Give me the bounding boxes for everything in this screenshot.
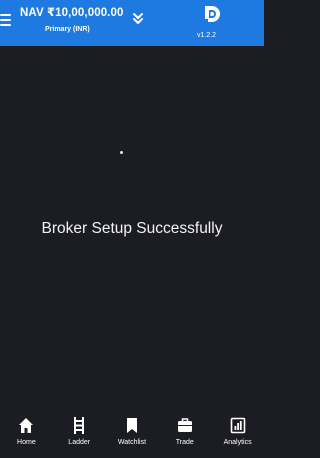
tab-watchlist[interactable]: Watchlist xyxy=(106,410,159,458)
loading-indicator xyxy=(120,151,123,154)
top-bar: NAV ₹10,00,000.00 Primary (INR) v1.2.2 xyxy=(0,0,264,46)
double-chevron-down-icon[interactable] xyxy=(132,12,144,26)
analytics-icon xyxy=(230,417,245,434)
tab-trade[interactable]: Trade xyxy=(158,410,211,458)
status-message: Broker Setup Successfully xyxy=(41,220,223,237)
account-label: Primary (INR) xyxy=(45,26,90,33)
tab-home-label: Home xyxy=(17,439,36,446)
ladder-icon xyxy=(74,417,85,434)
tab-ladder-label: Ladder xyxy=(68,439,91,446)
tab-ladder[interactable]: Ladder xyxy=(53,410,106,458)
briefcase-icon xyxy=(177,418,192,432)
tab-trade-label: Trade xyxy=(175,439,194,446)
tab-analytics-label: Analytics xyxy=(223,439,252,446)
app-version: v1.2.2 xyxy=(197,32,217,39)
bottom-navigation: Home Ladder Watchlist Trade Analytics xyxy=(0,410,264,458)
app-screen: NAV ₹10,00,000.00 Primary (INR) v1.2.2 B… xyxy=(0,0,264,458)
tab-analytics[interactable]: Analytics xyxy=(211,410,264,458)
tab-home[interactable]: Home xyxy=(0,410,53,458)
bookmark-icon xyxy=(126,418,137,433)
app-logo-icon xyxy=(202,4,222,24)
tab-watchlist-label: Watchlist xyxy=(117,439,147,446)
home-icon xyxy=(19,418,34,433)
account-selector[interactable]: NAV ₹10,00,000.00 Primary (INR) xyxy=(18,3,148,43)
hamburger-menu-icon[interactable] xyxy=(0,12,12,28)
nav-value: NAV ₹10,00,000.00 xyxy=(20,7,124,19)
